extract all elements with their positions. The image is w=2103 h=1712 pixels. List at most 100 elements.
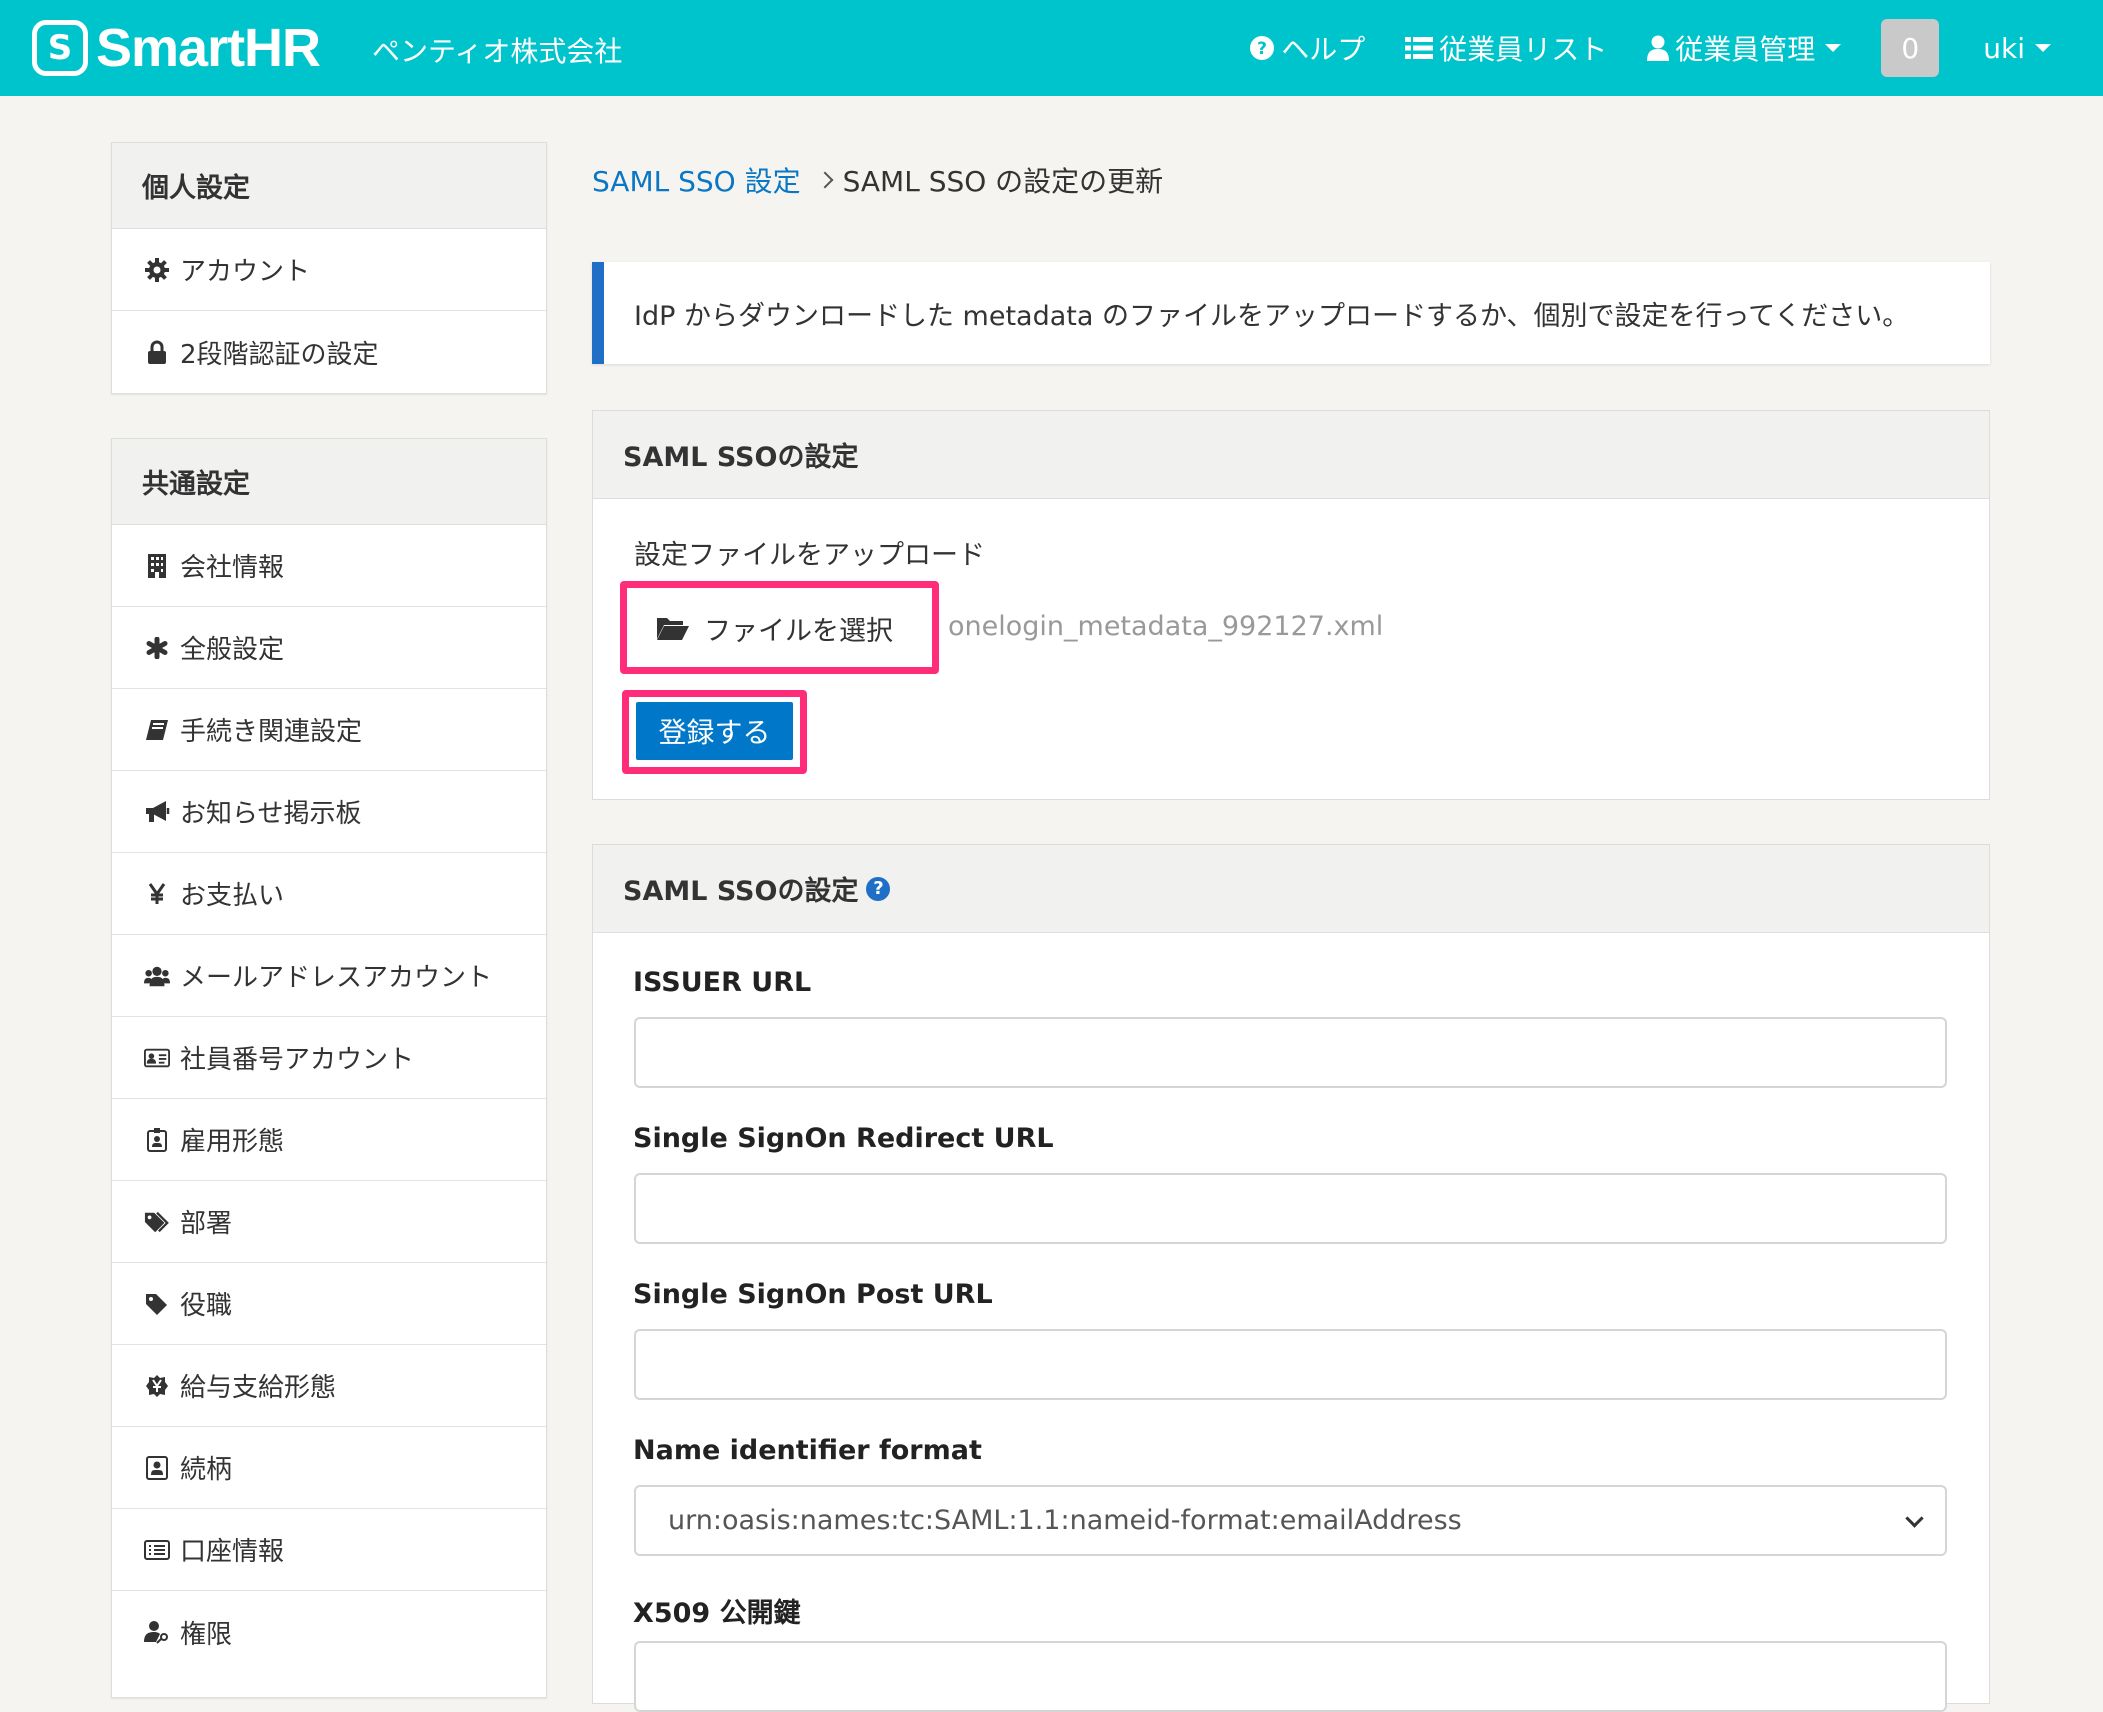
sidebar-item-company-info[interactable]: 会社情報 [112,525,546,607]
sidebar-item-two-factor[interactable]: 2段階認証の設定 [112,311,546,393]
sidebar-item-departments[interactable]: 部署 [112,1181,546,1263]
sidebar-item-label: お支払い [180,881,285,911]
name-id-format-value: urn:oasis:names:tc:SAML:1.1:nameid-forma… [668,1505,1462,1536]
choose-file-button[interactable]: ファイルを選択 [636,591,922,665]
caret-down-icon [2035,44,2051,52]
issuer-url-label: ISSUER URL [633,967,812,998]
user-key-icon [144,1619,170,1645]
sidebar-item-salary-type[interactable]: 給与支給形態 [112,1345,546,1427]
gear-icon [144,257,170,283]
tag-icon [144,1291,170,1317]
users-icon [144,963,170,989]
employee-list-label: 従業員リスト [1439,33,1608,66]
id-card-icon [144,1045,170,1071]
chevron-down-icon [1905,1509,1924,1528]
sso-redirect-url-input[interactable] [634,1173,1947,1244]
personal-settings-title: 個人設定 [112,143,546,229]
personal-settings-panel: 個人設定 アカウント 2段階認証の設定 [111,142,547,394]
help-link[interactable]: ? ヘルプ [1249,28,1365,68]
name-id-format-label: Name identifier format [633,1435,982,1466]
breadcrumb-link-saml-sso[interactable]: SAML SSO 設定 [592,160,801,200]
yen-icon [144,881,170,907]
sidebar-item-relationships[interactable]: 続柄 [112,1427,546,1509]
folder-open-icon [656,615,690,641]
notification-count-badge[interactable]: 0 [1881,19,1940,77]
logo-text: SmartHR [96,18,321,78]
chevron-right-icon [816,171,834,189]
sidebar-item-label: 雇用形態 [180,1127,285,1157]
help-label: ヘルプ [1281,33,1366,66]
app-header: S SmartHR ペンティオ株式会社 ? ヘルプ 従業員リスト 従業員管理 0… [0,0,2103,96]
info-notice: IdP からダウンロードした metadata のファイルをアップロードするか、… [592,262,1990,364]
x509-label: X509 公開鍵 [633,1598,801,1629]
sidebar-item-general[interactable]: 全般設定 [112,607,546,689]
sidebar-item-permissions[interactable]: 権限 [112,1591,546,1673]
common-settings-panel: 共通設定 会社情報 全般設定 手続き関連設定 お知らせ掲示板 お支払い メールア [111,438,547,1698]
common-settings-title: 共通設定 [112,439,546,525]
sso-post-url-label: Single SignOn Post URL [633,1279,993,1310]
logo-mark-icon: S [32,20,88,76]
sidebar-item-employee-number-accounts[interactable]: 社員番号アカウント [112,1017,546,1099]
sidebar-item-payment[interactable]: お支払い [112,853,546,935]
sidebar-item-positions[interactable]: 役職 [112,1263,546,1345]
selected-file-name: onelogin_metadata_992127.xml [948,611,1384,642]
sidebar-item-bulletin[interactable]: お知らせ掲示板 [112,771,546,853]
employee-manage-dropdown[interactable]: 従業員管理 [1647,28,1842,68]
saml-settings-card-title: SAML SSOの設定 [623,876,859,907]
breadcrumb: SAML SSO 設定 SAML SSO の設定の更新 [592,160,1163,200]
sso-post-url-input[interactable] [634,1329,1947,1400]
choose-file-label: ファイルを選択 [704,615,893,647]
bullhorn-icon [144,799,170,825]
sidebar-item-employment-type[interactable]: 雇用形態 [112,1099,546,1181]
breadcrumb-current: SAML SSO の設定の更新 [842,165,1164,198]
smarthr-logo[interactable]: S SmartHR [32,18,321,78]
portrait-icon [144,1455,170,1481]
caret-down-icon [1825,44,1842,52]
sidebar-item-label: 口座情報 [180,1537,285,1567]
list-alt-icon [144,1537,170,1563]
tags-icon [144,1209,170,1235]
yen-circle-icon [144,1373,170,1399]
sidebar-item-email-accounts[interactable]: メールアドレスアカウント [112,935,546,1017]
employee-manage-label: 従業員管理 [1675,33,1816,66]
saml-settings-card: SAML SSOの設定 ? ISSUER URL Single SignOn R… [592,844,1990,1712]
sidebar-item-label: メールアドレスアカウント [180,963,493,993]
list-icon [1405,36,1434,60]
upload-card-title: SAML SSOの設定 [593,411,1989,499]
asterisk-icon [144,635,170,661]
user-name: uki [1983,31,2025,65]
sidebar-item-label: 会社情報 [180,553,285,583]
sidebar-item-account[interactable]: アカウント [112,229,546,311]
saml-settings-card-header: SAML SSOの設定 ? [593,845,1989,933]
sso-redirect-url-label: Single SignOn Redirect URL [633,1123,1054,1154]
sidebar-item-bank-accounts[interactable]: 口座情報 [112,1509,546,1591]
sidebar-item-label: 部署 [180,1209,233,1239]
sidebar-item-label: 2段階認証の設定 [180,339,379,370]
x509-input[interactable] [634,1641,1947,1712]
question-circle-icon: ? [1249,35,1275,61]
sidebar-item-label: アカウント [180,257,311,287]
issuer-url-input[interactable] [634,1017,1947,1088]
lock-icon [144,339,170,365]
notice-text: IdP からダウンロードした metadata のファイルをアップロードするか、… [634,300,1910,332]
register-button[interactable]: 登録する [636,702,793,760]
user-menu-dropdown[interactable]: uki [1983,32,2051,65]
sidebar-item-label: 役職 [180,1291,233,1321]
employee-list-link[interactable]: 従業員リスト [1405,28,1607,68]
sidebar-item-label: 手続き関連設定 [180,717,363,747]
user-icon [1647,35,1670,61]
upload-label: 設定ファイルをアップロード [634,540,985,571]
sidebar-item-label: 権限 [180,1619,233,1650]
sidebar-item-label: 続柄 [180,1455,233,1485]
sidebar-item-label: 社員番号アカウント [180,1045,415,1075]
top-nav: ? ヘルプ 従業員リスト 従業員管理 0 uki [1249,0,2103,96]
svg-text:?: ? [1257,39,1267,59]
question-circle-icon[interactable]: ? [866,876,891,901]
name-id-format-select[interactable]: urn:oasis:names:tc:SAML:1.1:nameid-forma… [634,1485,1947,1556]
book-icon [144,717,170,743]
sidebar-item-procedures[interactable]: 手続き関連設定 [112,689,546,771]
company-name: ペンティオ株式会社 [372,35,623,68]
sidebar-item-label: 給与支給形態 [180,1373,337,1403]
badge-icon [144,1127,170,1153]
sidebar-item-label: 全般設定 [180,635,285,665]
